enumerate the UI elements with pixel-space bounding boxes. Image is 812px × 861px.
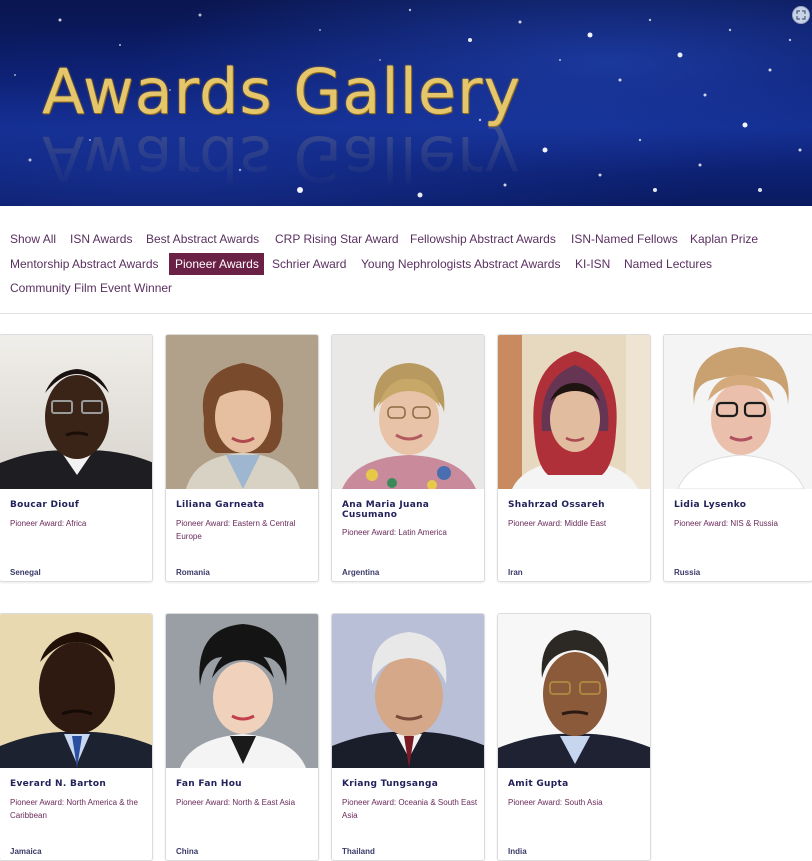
awardee-photo (166, 614, 318, 768)
filter-kaplan-prize[interactable]: Kaplan Prize (686, 228, 762, 250)
awards-gallery-banner: Awards Gallery Awards Gallery (0, 0, 812, 206)
awardee-photo (0, 335, 152, 489)
awardee-photo (166, 335, 318, 489)
awardee-card[interactable]: Shahrzad Ossareh Pioneer Award: Middle E… (497, 334, 651, 582)
awardee-card[interactable]: Everard N. Barton Pioneer Award: North A… (0, 613, 153, 861)
awardee-name: Kriang Tungsanga (342, 779, 439, 789)
awardee-award: Pioneer Award: Eastern & Central Europe (176, 519, 296, 541)
awardee-photo (498, 335, 650, 489)
awardee-card[interactable]: Boucar Diouf Pioneer Award: Africa Seneg… (0, 334, 153, 582)
filter-mentorship-abstract-awards[interactable]: Mentorship Abstract Awards (6, 253, 163, 275)
awardee-photo (332, 614, 484, 768)
filter-young-nephrologists-abstract-awards[interactable]: Young Nephrologists Abstract Awards (357, 253, 564, 275)
awardee-card[interactable]: Kriang Tungsanga Pioneer Award: Oceania … (331, 613, 485, 861)
awardee-country: India (508, 847, 527, 856)
filter-ki-isn[interactable]: KI-ISN (571, 253, 614, 275)
awardee-award: Pioneer Award: Africa (10, 519, 87, 528)
awardee-card[interactable]: Fan Fan Hou Pioneer Award: North & East … (165, 613, 319, 861)
awardee-award: Pioneer Award: Middle East (508, 519, 607, 528)
awardee-name: Boucar Diouf (10, 500, 80, 510)
awardee-name: Amit Gupta (508, 779, 569, 789)
awardee-award: Pioneer Award: South Asia (508, 798, 603, 807)
filter-community-film-event-winner[interactable]: Community Film Event Winner (6, 277, 176, 299)
filter-crp-rising-star-award[interactable]: CRP Rising Star Award (271, 228, 403, 250)
awardee-name: Ana Maria Juana Cusumano (342, 500, 430, 520)
awardee-country: Senegal (10, 568, 41, 577)
awardee-country: Iran (508, 568, 523, 577)
awardee-card[interactable]: Lidia Lysenko Pioneer Award: NIS & Russi… (663, 334, 812, 582)
awardee-country: Jamaica (10, 847, 42, 856)
awardee-name: Shahrzad Ossareh (508, 500, 605, 510)
awardee-name: Fan Fan Hou (176, 779, 242, 789)
awardee-photo (498, 614, 650, 768)
filter-pioneer-awards[interactable]: Pioneer Awards (169, 253, 264, 275)
filter-named-lectures[interactable]: Named Lectures (620, 253, 716, 275)
awardee-country: China (176, 847, 199, 856)
banner-title-reflection: Awards Gallery (42, 122, 522, 195)
expand-icon[interactable] (792, 6, 810, 24)
awardee-award: Pioneer Award: North & East Asia (176, 798, 296, 807)
awardee-country: Romania (176, 568, 210, 577)
awardee-country: Russia (674, 568, 701, 577)
awardee-name: Everard N. Barton (10, 779, 107, 789)
awardee-award: Pioneer Award: Oceania & South East Asia (342, 798, 478, 820)
filter-isn-named-fellows[interactable]: ISN-Named Fellows (567, 228, 682, 250)
awardee-name: Liliana Garneata (176, 500, 265, 510)
awardee-country: Argentina (342, 568, 380, 577)
filter-fellowship-abstract-awards[interactable]: Fellowship Abstract Awards (406, 228, 560, 250)
filter-schrier-award[interactable]: Schrier Award (268, 253, 350, 275)
awardee-card[interactable]: Amit Gupta Pioneer Award: South Asia Ind… (497, 613, 651, 861)
awardee-photo (0, 614, 152, 768)
awardee-award: Pioneer Award: North America & the Carib… (10, 798, 138, 820)
filter-show-all[interactable]: Show All (6, 228, 60, 250)
filters-divider (0, 313, 812, 314)
filter-isn-awards[interactable]: ISN Awards (66, 228, 136, 250)
awardee-photo (332, 335, 484, 489)
filter-best-abstract-awards[interactable]: Best Abstract Awards (142, 228, 263, 250)
awardee-card[interactable]: Liliana Garneata Pioneer Award: Eastern … (165, 334, 319, 582)
awardee-name: Lidia Lysenko (674, 500, 747, 510)
awardee-card[interactable]: Ana Maria Juana Cusumano Pioneer Award: … (331, 334, 485, 582)
awardee-country: Thailand (342, 847, 375, 856)
awardee-photo (664, 335, 812, 489)
awardee-award: Pioneer Award: NIS & Russia (674, 519, 778, 528)
awardee-award: Pioneer Award: Latin America (342, 528, 447, 537)
